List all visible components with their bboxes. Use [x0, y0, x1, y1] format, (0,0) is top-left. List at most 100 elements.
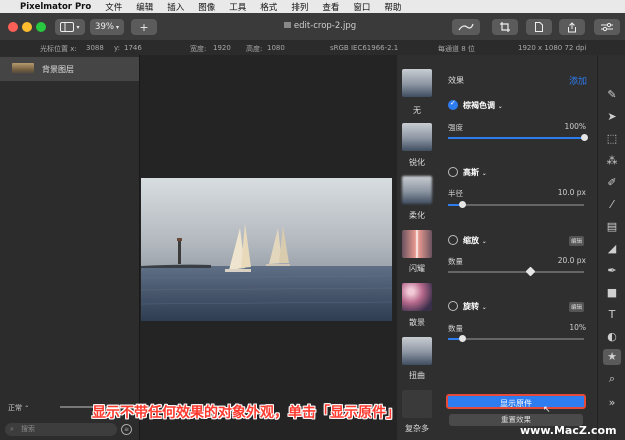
menu-bar: Pixelmator Pro 文件 编辑 插入 图像 工具 格式 排列 查看 窗… [0, 0, 625, 13]
shape-tool-icon[interactable]: ■ [603, 285, 621, 301]
color-picker-icon[interactable]: ✐ [603, 175, 621, 191]
slider-fill [448, 271, 530, 273]
cursor-y-label: y: [114, 44, 120, 52]
gradient-tool-icon[interactable]: ▤ [603, 219, 621, 235]
document-button[interactable] [526, 19, 552, 35]
slider-knob[interactable] [458, 335, 466, 342]
width-value: 1920 [213, 44, 231, 52]
thumb-distort[interactable] [402, 337, 432, 365]
tutorial-caption: 显示不带任何效果的对象外观，单击「显示原件」 [92, 405, 400, 421]
effects-header: 效果 [448, 76, 464, 85]
layer-search-input[interactable]: ⌕ 搜索 [5, 423, 117, 436]
effect-name-zoom[interactable]: 缩放 ⌄ [463, 235, 487, 246]
height-label: 高度: [246, 45, 263, 53]
effects-tool-icon[interactable]: ★ [603, 349, 621, 365]
zoom-tool-icon[interactable]: ⌕ [603, 371, 621, 387]
menu-help[interactable]: 帮助 [384, 1, 401, 13]
chevron-updown-icon: ⌃ [24, 405, 30, 412]
thumb-soften[interactable] [402, 176, 432, 204]
canvas-area [140, 55, 397, 440]
more-tools-icon[interactable]: » [603, 395, 621, 411]
menu-window[interactable]: 窗口 [353, 1, 370, 13]
close-window-button[interactable] [8, 22, 18, 32]
menu-app-name[interactable]: Pixelmator Pro [20, 2, 91, 12]
share-button[interactable] [559, 19, 585, 35]
width-label: 宽度: [190, 45, 207, 53]
type-tool-icon[interactable]: T [603, 307, 621, 323]
effect-name-twirl-text: 旋转 [463, 302, 479, 311]
menu-arrange[interactable]: 排列 [291, 1, 308, 13]
effect-name-sepia[interactable]: 棕褐色调 ⌄ [463, 100, 503, 111]
menu-view[interactable]: 查看 [322, 1, 339, 13]
height-value: 1080 [267, 44, 285, 52]
menu-edit[interactable]: 编辑 [136, 1, 153, 13]
effect-toggle-sepia[interactable] [448, 99, 458, 110]
layer-thumbnail [12, 63, 34, 75]
file-icon [535, 22, 543, 32]
crop-button[interactable] [492, 19, 518, 35]
show-original-button[interactable]: 显示原件 [446, 394, 586, 409]
thumb-multi[interactable] [402, 390, 432, 418]
adjustments-button[interactable] [594, 19, 620, 35]
sidebar-toggle-button[interactable]: ▾ [55, 19, 85, 35]
zoom-dropdown[interactable]: 39% ▾ [90, 19, 124, 35]
selection-tool-icon[interactable]: ⬚ [603, 131, 621, 147]
effect-name-gaussian[interactable]: 高斯 ⌄ [463, 167, 487, 178]
slider-strength[interactable] [448, 134, 588, 141]
effect-toggle-zoom[interactable] [448, 235, 458, 245]
menu-file[interactable]: 文件 [105, 1, 122, 13]
menu-image[interactable]: 图像 [198, 1, 215, 13]
param-label-amount-twirl: 数量 [448, 324, 463, 333]
chevron-down-icon: ▾ [76, 23, 80, 31]
pen-tool-icon[interactable]: ✒ [603, 263, 621, 279]
style-tool-icon[interactable]: ✎ [603, 87, 621, 103]
slider-knob[interactable] [581, 134, 588, 141]
thumb-label-distort: 扭曲 [409, 371, 425, 380]
slider-knob[interactable] [458, 201, 466, 208]
add-effect-link[interactable]: 添加 [569, 74, 587, 87]
retouch-tool-icon[interactable]: ◐ [603, 329, 621, 345]
thumb-bokeh[interactable] [402, 283, 432, 311]
slider-amount-twirl[interactable] [448, 335, 584, 342]
thumb-none[interactable] [402, 69, 432, 97]
chevron-down-icon: ⌄ [481, 170, 487, 177]
thumb-label-bokeh: 散景 [409, 318, 425, 327]
param-label-radius: 半径 [448, 189, 463, 198]
minimize-window-button[interactable] [22, 22, 32, 32]
window-toolbar: ▾ 39% ▾ + edit-crop-2.jpg [0, 13, 625, 41]
menu-format[interactable]: 格式 [260, 1, 277, 13]
slider-amount-zoom[interactable] [448, 266, 584, 277]
canvas-image[interactable] [141, 178, 392, 321]
eraser-tool-icon[interactable]: ◢ [603, 241, 621, 257]
magic-wand-icon[interactable]: ⁂ [603, 153, 621, 169]
param-value-radius: 10.0 px [557, 188, 586, 197]
layers-panel: 背景图层 正常 ⌃ ⌕ 搜索 ≡ [0, 55, 140, 440]
menu-tools[interactable]: 工具 [229, 1, 246, 13]
add-button[interactable]: + [131, 19, 157, 35]
arrange-tool-icon[interactable]: ➤ [603, 109, 621, 125]
filter-icon[interactable]: ≡ [121, 424, 132, 435]
zoom-window-button[interactable] [36, 22, 46, 32]
sidebar-icon [60, 22, 75, 32]
thumb-glow[interactable] [402, 230, 432, 258]
edit-badge-zoom[interactable]: 编辑 [569, 236, 585, 246]
chevron-down-icon: ⌄ [481, 238, 487, 245]
menu-insert[interactable]: 插入 [167, 1, 184, 13]
chevron-down-icon: ⌄ [497, 103, 503, 110]
info-bar: 光标位置 x: 3088 y: 1746 宽度: 1920 高度: 1080 s… [0, 41, 625, 55]
layer-row[interactable]: 背景图层 [0, 57, 139, 81]
document-title-text: edit-crop-2.jpg [293, 21, 357, 31]
param-value-amount-twirl: 10% [569, 323, 586, 332]
blend-mode-select[interactable]: 正常 ⌃ [8, 403, 29, 413]
slider-knob[interactable] [525, 266, 536, 277]
tools-column: ✎ ➤ ⬚ ⁂ ✐ ⁄ ▤ ◢ ✒ ■ T ◐ ★ ⌕ » [597, 55, 625, 440]
slider-fill [448, 137, 584, 139]
effect-toggle-twirl[interactable] [448, 301, 458, 311]
pen-tool-button[interactable] [452, 19, 480, 35]
effect-name-twirl[interactable]: 旋转 ⌄ [463, 301, 487, 312]
thumb-sharpen[interactable] [402, 123, 432, 151]
effect-toggle-gaussian[interactable] [448, 167, 458, 177]
edit-badge-twirl[interactable]: 编辑 [569, 302, 585, 312]
paint-brush-icon[interactable]: ⁄ [603, 197, 621, 213]
slider-radius[interactable] [448, 201, 584, 208]
